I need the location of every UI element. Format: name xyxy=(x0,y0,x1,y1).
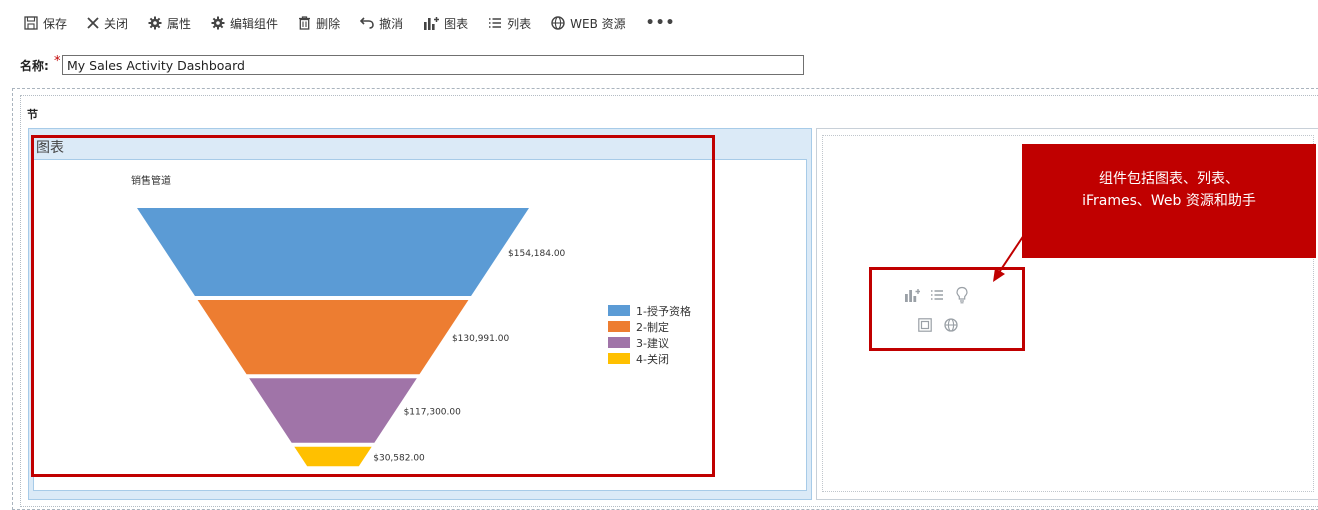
legend-swatch xyxy=(608,305,630,316)
legend-label: 3-建议 xyxy=(636,336,669,350)
funnel-segment[interactable] xyxy=(249,378,417,443)
data-label: $130,991.00 xyxy=(452,334,510,344)
chart-icon[interactable] xyxy=(904,287,920,303)
assistant-icon[interactable] xyxy=(955,286,969,304)
legend-label: 1-授予资格 xyxy=(636,304,691,318)
legend-swatch xyxy=(608,321,630,332)
web-resource-icon[interactable] xyxy=(944,318,958,332)
funnel-segment[interactable] xyxy=(137,208,529,296)
funnel-chart: $154,184.00 $130,991.00 $117,300.00 $30,582… xyxy=(137,208,691,467)
funnel-segment[interactable] xyxy=(294,446,372,467)
legend-swatch xyxy=(608,337,630,348)
funnel-segment[interactable] xyxy=(197,299,469,375)
callout-line-1: 组件包括图表、列表、 xyxy=(1099,171,1239,187)
data-label: $30,582.00 xyxy=(373,454,425,464)
legend-label: 4-关闭 xyxy=(636,352,669,366)
legend-swatch xyxy=(608,353,630,364)
callout-box: 组件包括图表、列表、 iFrames、Web 资源和助手 xyxy=(1022,144,1316,258)
iframe-icon[interactable] xyxy=(918,318,932,332)
data-label: $117,300.00 xyxy=(404,407,462,417)
callout-line-2: iFrames、Web 资源和助手 xyxy=(1082,193,1256,209)
legend-label: 2-制定 xyxy=(636,320,669,334)
list-icon[interactable] xyxy=(930,289,944,301)
insert-icons-highlight xyxy=(869,267,1025,351)
data-label: $154,184.00 xyxy=(508,249,566,259)
